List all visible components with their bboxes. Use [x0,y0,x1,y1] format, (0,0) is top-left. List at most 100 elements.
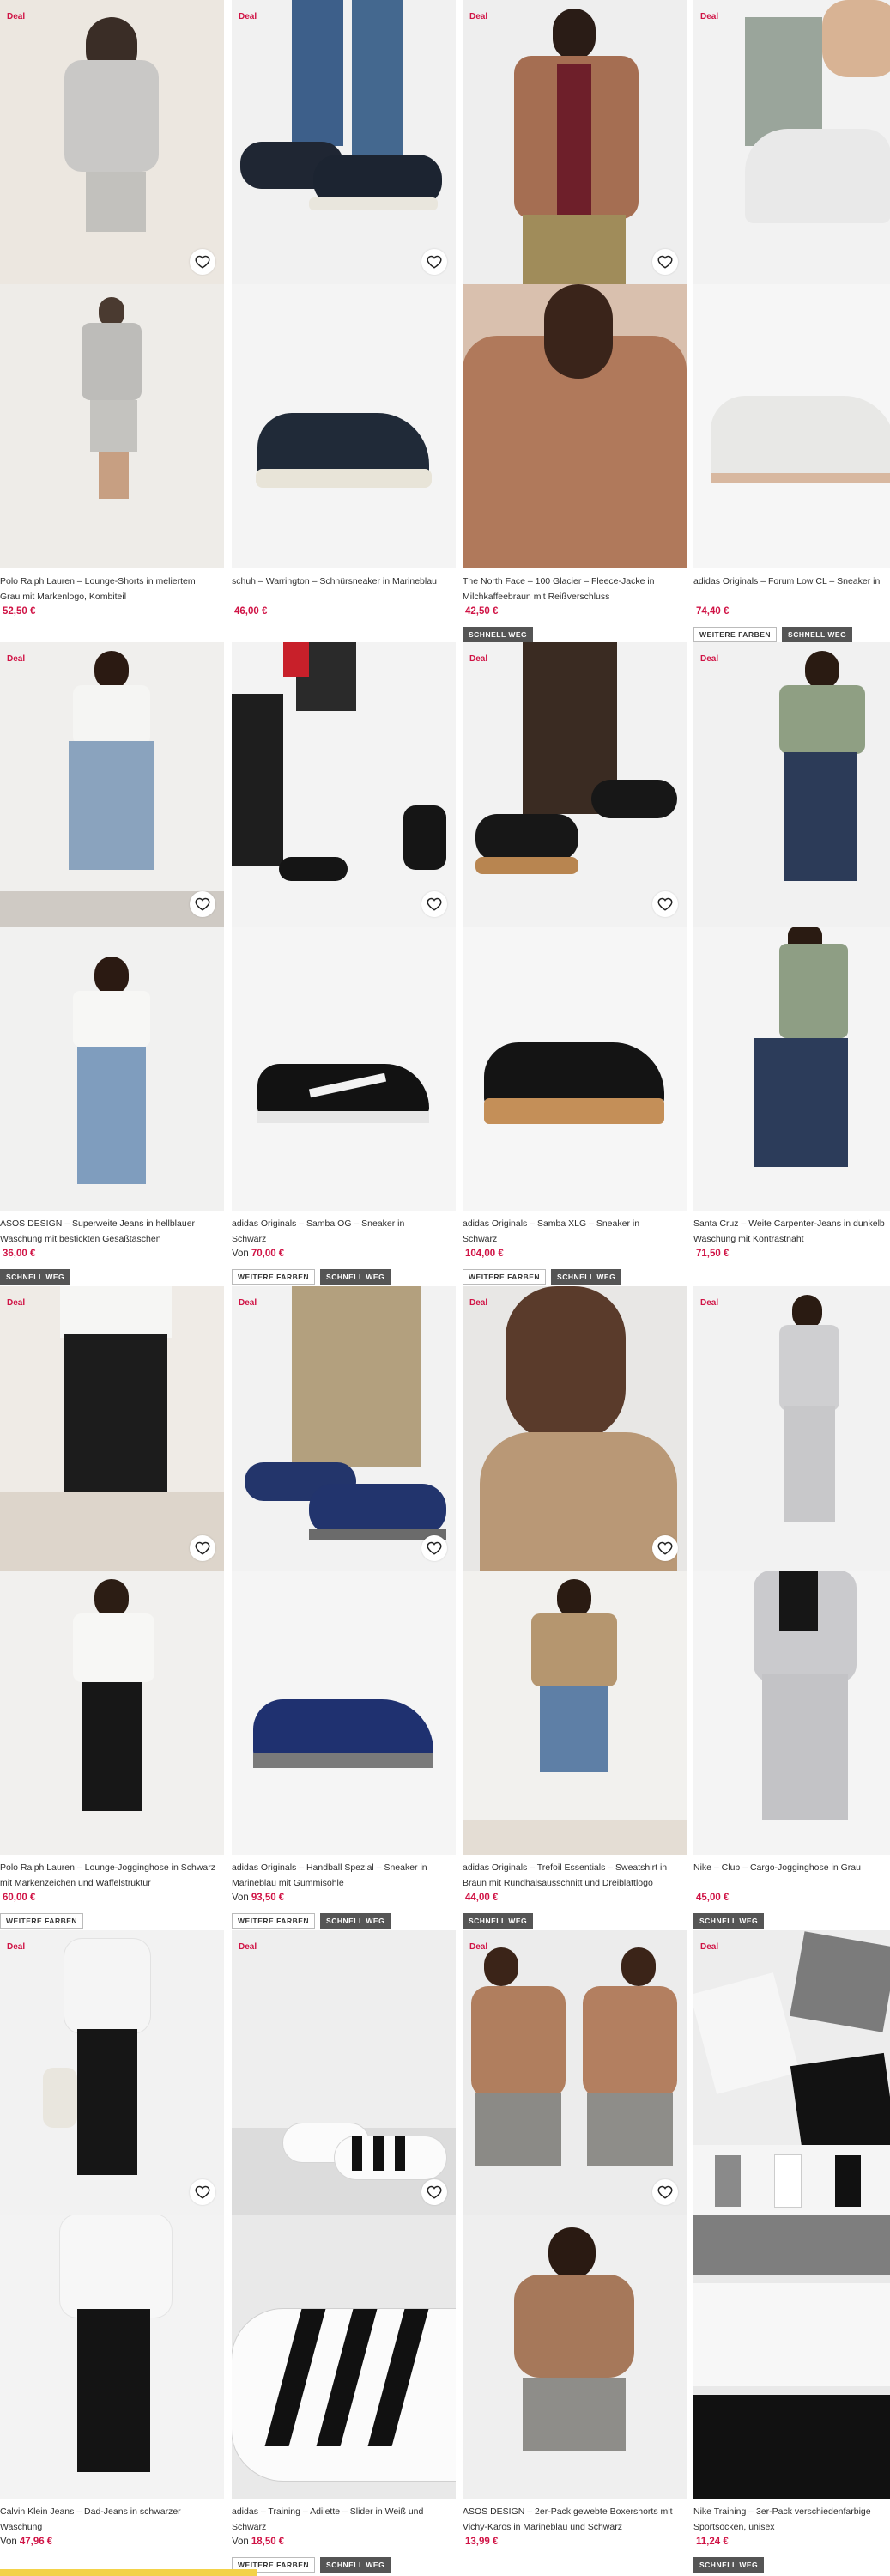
product-price: 71,50 € [696,1249,730,1259]
product-image[interactable]: Deal [463,1286,687,1855]
fast-selling-badge: SCHNELL WEG [0,1269,71,1285]
product-card[interactable]: Deal ASOS DESIGN – 2er-Pack gewebte Boxe… [463,1930,687,2554]
deal-badge: Deal [700,12,719,21]
product-price: 36,00 € [3,1249,36,1259]
product-price: 52,50 € [3,606,36,617]
more-colors-badge: WEITERE FARBEN [232,1913,316,1929]
product-image[interactable]: Deal [463,642,687,1211]
deal-badge: Deal [700,1298,719,1308]
product-price: Von 93,50 € [232,1893,285,1903]
fast-selling-badge: SCHNELL WEG [693,1913,765,1929]
product-price: Von 70,00 € [232,1249,285,1259]
product-image[interactable]: Deal [693,1286,890,1855]
deal-badge: Deal [469,12,488,21]
product-price: 104,00 € [465,1249,504,1259]
deal-badge: Deal [7,654,26,664]
product-title[interactable]: adidas Originals – Trefoil Essentials – … [463,1860,687,1891]
product-card[interactable]: Deal The North Face – 100 Glacier – Flee… [463,0,687,642]
product-card[interactable]: Deal Nike – Club – Cargo-Jogginghose in … [693,1286,890,1929]
fast-selling-badge: SCHNELL WEG [463,1913,534,1929]
product-price: Von 18,50 € [232,2537,285,2547]
product-card[interactable]: Deal schuh – Warrington – Schnürsneaker … [232,0,456,623]
product-price: 60,00 € [3,1893,36,1903]
more-colors-badge: WEITERE FARBEN [693,627,778,642]
product-title[interactable]: Santa Cruz – Weite Carpenter-Jeans in du… [693,1216,890,1247]
product-price: 45,00 € [696,1893,730,1903]
product-image[interactable]: Deal [232,1930,456,2499]
product-card[interactable]: Deal adidas – Training – Adilette – Slid… [232,1930,456,2573]
product-title[interactable]: adidas – Training – Adilette – Slider in… [232,2504,456,2535]
product-card[interactable]: Deal adidas Originals – Handball Spezial… [232,1286,456,1929]
product-card[interactable]: Deal Calvin Klein Jeans – Dad-Jeans in s… [0,1930,224,2554]
wishlist-heart-icon[interactable] [190,249,215,275]
deal-badge: Deal [7,1942,26,1952]
wishlist-heart-icon[interactable] [652,2179,678,2205]
wishlist-heart-icon[interactable] [421,1535,447,1561]
product-card[interactable]: Deal Santa Cruz – Weite Carpenter-Jeans … [693,642,890,1266]
wishlist-heart-icon[interactable] [652,891,678,917]
wishlist-heart-icon[interactable] [421,891,447,917]
product-title[interactable]: ASOS DESIGN – Superweite Jeans in hellbl… [0,1216,224,1247]
product-title[interactable]: adidas Originals – Samba OG – Sneaker in… [232,1216,456,1247]
product-image[interactable]: Deal [463,0,687,568]
product-title[interactable]: Nike – Club – Cargo-Jogginghose in Grau [693,1860,890,1891]
wishlist-heart-icon[interactable] [190,891,215,917]
more-colors-badge: WEITERE FARBEN [0,1913,84,1929]
product-card[interactable]: 3 P Deal Nike Training – 3er-Pack versch… [693,1930,890,2573]
product-price: 11,24 € [696,2537,729,2547]
deal-badge: Deal [469,1298,488,1308]
product-title[interactable]: ASOS DESIGN – 2er-Pack gewebte Boxershor… [463,2504,687,2535]
fast-selling-badge: SCHNELL WEG [782,627,853,642]
product-title[interactable]: schuh – Warrington – Schnürsneaker in Ma… [232,574,456,605]
product-price: Von 47,96 € [0,2537,53,2547]
deal-badge: Deal [239,1942,257,1952]
product-image[interactable]: Deal [463,1930,687,2499]
product-image[interactable]: Deal [0,1930,224,2499]
product-card[interactable]: Deal ASOS DESIGN – Superweite Jeans in h… [0,642,224,1285]
deal-badge: Deal [7,12,26,21]
fast-selling-badge: SCHNELL WEG [463,627,534,642]
product-title[interactable]: adidas Originals – Samba XLG – Sneaker i… [463,1216,687,1247]
product-image[interactable]: Deal [693,0,890,568]
product-card[interactable]: Deal adidas Originals – Forum Low CL – S… [693,0,890,642]
wishlist-heart-icon[interactable] [190,1535,215,1561]
product-card[interactable]: Deal Polo Ralph Lauren – Lounge-Joggingh… [0,1286,224,1929]
product-card[interactable]: Deal Polo Ralph Lauren – Lounge-Shorts i… [0,0,224,623]
fast-selling-badge: SCHNELL WEG [320,1269,391,1285]
product-title[interactable]: Polo Ralph Lauren – Lounge-Jogginghose i… [0,1860,224,1891]
product-title[interactable]: Nike Training – 3er-Pack verschiedenfarb… [693,2504,890,2535]
wishlist-heart-icon[interactable] [421,2179,447,2205]
product-title[interactable]: Polo Ralph Lauren – Lounge-Shorts in mel… [0,574,224,605]
wishlist-heart-icon[interactable] [652,249,678,275]
deal-badge: Deal [469,1942,488,1952]
product-card[interactable]: Deal adidas Originals – Trefoil Essentia… [463,1286,687,1929]
deal-badge: Deal [239,1298,257,1308]
wishlist-heart-icon[interactable] [652,1535,678,1561]
product-title[interactable]: adidas Originals – Forum Low CL – Sneake… [693,574,890,605]
product-card[interactable]: Deal adidas Originals – Samba XLG – Snea… [463,642,687,1285]
product-image[interactable]: Deal [232,1286,456,1855]
product-image[interactable]: Deal [693,642,890,1211]
fast-selling-badge: SCHNELL WEG [693,2557,765,2573]
product-image[interactable]: Deal [0,1286,224,1855]
product-image[interactable]: 3 P Deal [693,1930,890,2499]
product-image[interactable]: Deal [0,0,224,568]
product-image[interactable] [232,642,456,1211]
product-price: 46,00 € [234,606,268,617]
product-title[interactable]: Calvin Klein Jeans – Dad-Jeans in schwar… [0,2504,224,2535]
product-title[interactable]: adidas Originals – Handball Spezial – Sn… [232,1860,456,1891]
fast-selling-badge: SCHNELL WEG [320,1913,391,1929]
more-colors-badge: WEITERE FARBEN [463,1269,547,1285]
product-image[interactable]: Deal [232,0,456,568]
product-image[interactable]: Deal [0,642,224,1211]
wishlist-heart-icon[interactable] [190,2179,215,2205]
deal-badge: Deal [469,654,488,664]
product-price: 13,99 € [465,2537,499,2547]
deal-badge: Deal [239,12,257,21]
product-price: 42,50 € [465,606,499,617]
product-price: 44,00 € [465,1893,499,1903]
wishlist-heart-icon[interactable] [421,249,447,275]
product-title[interactable]: The North Face – 100 Glacier – Fleece-Ja… [463,574,687,605]
more-colors-badge: WEITERE FARBEN [232,1269,316,1285]
product-card[interactable]: adidas Originals – Samba OG – Sneaker in… [232,642,456,1285]
